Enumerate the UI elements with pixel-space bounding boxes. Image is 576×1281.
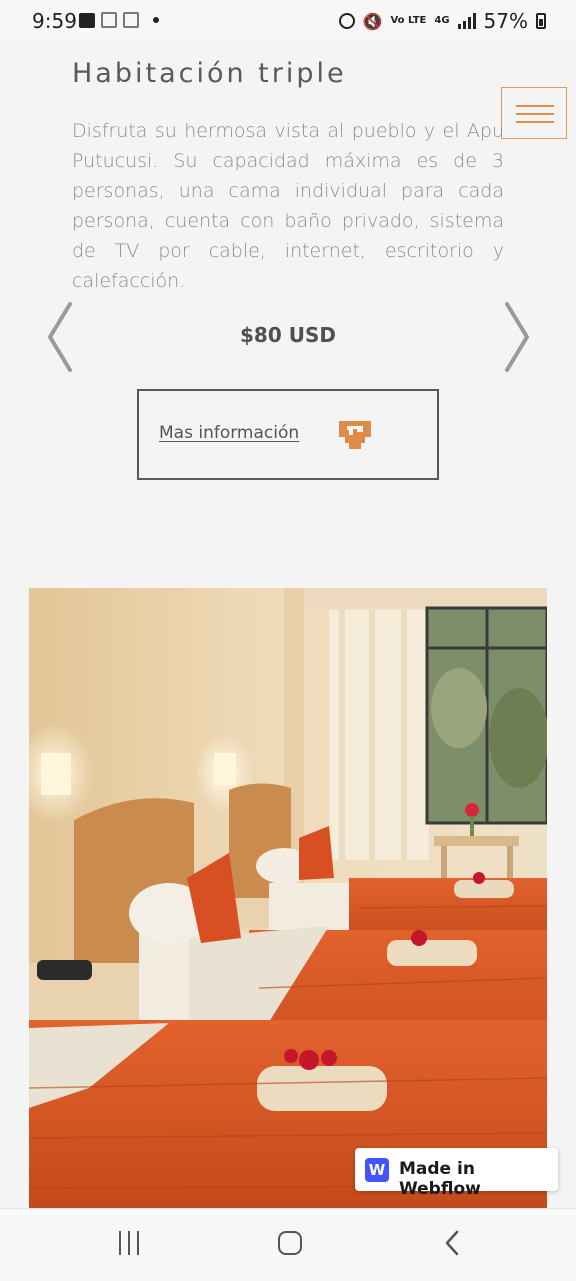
- mute-icon: 🔇: [362, 11, 383, 31]
- battery-percent: 57%: [483, 9, 528, 33]
- document-icon: [123, 12, 139, 28]
- room-title: Habitación triple: [72, 58, 347, 89]
- home-button[interactable]: [278, 1231, 302, 1255]
- recent-apps-button[interactable]: [117, 1231, 141, 1255]
- back-button[interactable]: [443, 1229, 461, 1261]
- recent-apps-icon: [128, 1231, 130, 1255]
- network-label: 4G: [434, 15, 450, 26]
- more-info-link[interactable]: Mas información: [159, 423, 299, 443]
- system-icons: 🔇 Vo LTE 4G 57%: [338, 9, 546, 33]
- inca-pattern-icon: [339, 421, 371, 449]
- next-slide-button[interactable]: [499, 300, 535, 374]
- status-time: 9:59: [32, 9, 77, 33]
- back-icon: [445, 1230, 459, 1256]
- gallery-icon: [79, 12, 95, 28]
- alarm-icon: [338, 13, 355, 29]
- status-bar: 9:59 🔇 Vo LTE 4G 57%: [0, 0, 576, 42]
- more-notifications-icon: [153, 17, 159, 23]
- room-description: Disfruta su hermosa vista al pueblo y el…: [72, 120, 504, 292]
- room-price: $80 USD: [240, 323, 336, 347]
- more-info-button[interactable]: Mas información: [137, 389, 439, 480]
- document-icon: [101, 12, 117, 28]
- recent-apps-icon: [119, 1231, 121, 1255]
- battery-icon: [536, 13, 546, 29]
- signal-icon: [457, 13, 476, 29]
- recent-apps-icon: [137, 1231, 139, 1255]
- notification-icons: [79, 12, 159, 28]
- hamburger-icon: [516, 113, 554, 115]
- made-in-webflow-badge[interactable]: W Made in Webflow: [355, 1148, 558, 1199]
- webflow-logo-icon: W: [365, 1158, 389, 1182]
- webflow-badge-label: Made in Webflow: [399, 1159, 481, 1199]
- room-photo-illustration: [29, 588, 547, 1208]
- room-photo: [29, 588, 547, 1208]
- menu-button[interactable]: [501, 87, 567, 139]
- system-nav-bar: [0, 1208, 576, 1281]
- chevron-right-icon: [505, 302, 529, 372]
- hamburger-icon: [516, 105, 554, 107]
- hamburger-icon: [516, 121, 554, 123]
- volte-label: Vo LTE: [390, 15, 427, 26]
